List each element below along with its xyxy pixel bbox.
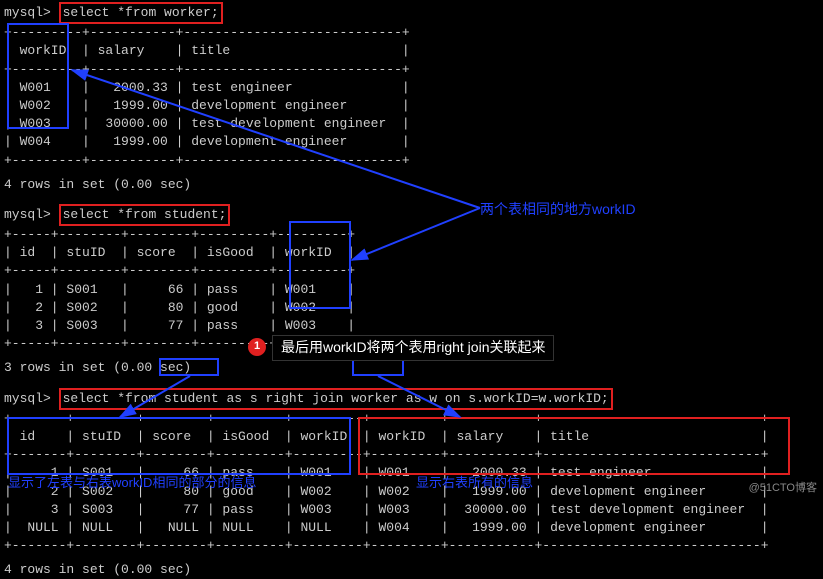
- step-badge: 1: [248, 338, 266, 356]
- query3-footer: 4 rows in set (0.00 sec): [4, 561, 819, 579]
- table-row: | W001 | 2000.33 | test engineer |: [4, 79, 819, 97]
- table-worker: +---------+-----------+-----------------…: [4, 24, 819, 170]
- highlight-student-workid: [289, 221, 351, 309]
- table-row: | workID | salary | title |: [4, 42, 819, 60]
- highlight-worker-workid: [7, 23, 69, 129]
- table-row: +-------+--------+--------+---------+---…: [4, 537, 819, 555]
- table-row: | W003 | 30000.00 | test development eng…: [4, 115, 819, 133]
- query3-sql: select *from student as s right join wor…: [59, 388, 613, 410]
- table-row: | W002 | 1999.00 | development engineer …: [4, 97, 819, 115]
- query2-sql: select *from student;: [59, 204, 231, 226]
- query1-line: mysql> select *from worker;: [4, 2, 819, 24]
- query1-sql: select *from worker;: [59, 2, 223, 24]
- highlight-join-right-part: [358, 417, 790, 475]
- annotation-same-workid: 两个表相同的地方workID: [480, 200, 636, 220]
- annotation-bottom-left: 显示了左表与右表workID相同的部分的信息: [8, 474, 256, 492]
- table-row: +---------+-----------+-----------------…: [4, 61, 819, 79]
- table-row: +-----+--------+--------+---------+-----…: [4, 226, 819, 244]
- annotation-step-text: 最后用workID将两个表用right join关联起来: [272, 335, 554, 361]
- table-row: | 3 | S003 | 77 | pass | W003 | W003 | 3…: [4, 501, 819, 519]
- highlight-join-left-part: [7, 417, 351, 475]
- table-row: | W004 | 1999.00 | development engineer …: [4, 133, 819, 151]
- table-row: +---------+-----------+-----------------…: [4, 24, 819, 42]
- highlight-join-kw-student: [159, 358, 219, 376]
- query3-line: mysql> select *from student as s right j…: [4, 388, 819, 410]
- watermark: @51CTO博客: [749, 481, 817, 496]
- table-row: | 2 | S002 | 80 | good | W002 |: [4, 299, 819, 317]
- table-row: +-----+--------+--------+---------+-----…: [4, 262, 819, 280]
- table-row: +---------+-----------+-----------------…: [4, 152, 819, 170]
- table-row: | NULL | NULL | NULL | NULL | NULL | W00…: [4, 519, 819, 537]
- table-row: | 1 | S001 | 66 | pass | W001 |: [4, 281, 819, 299]
- table-row: | id | stuID | score | isGood | workID |: [4, 244, 819, 262]
- annotation-bottom-right: 显示右表所有的信息: [416, 474, 533, 492]
- highlight-join-kw-worker: [352, 358, 404, 376]
- table-row: | 3 | S003 | 77 | pass | W003 |: [4, 317, 819, 335]
- query1-footer: 4 rows in set (0.00 sec): [4, 176, 819, 194]
- query2-line: mysql> select *from student;: [4, 204, 819, 226]
- query2-footer: 3 rows in set (0.00 sec): [4, 359, 819, 377]
